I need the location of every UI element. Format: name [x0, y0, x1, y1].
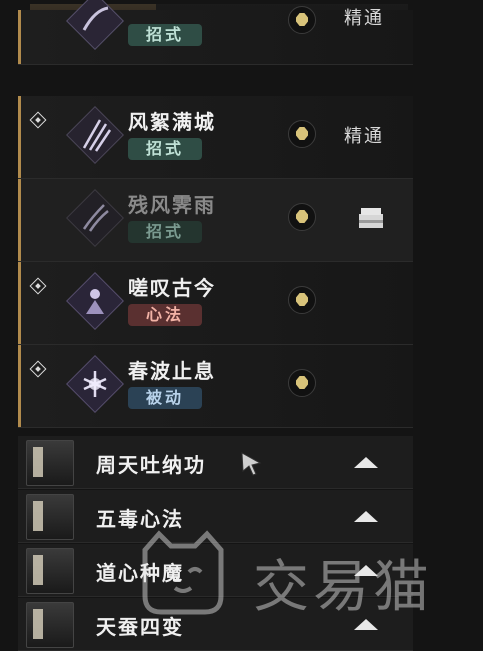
book-title: 五毒心法 [96, 507, 184, 531]
skill-name: 残风霁雨 [128, 193, 216, 217]
book-cover-icon [26, 548, 74, 594]
coin-icon [288, 6, 316, 34]
row-accent-bar [18, 345, 21, 427]
skill-tag: 心法 [128, 304, 202, 326]
book-row[interactable]: 天蚕四变 [18, 598, 413, 651]
mouse-cursor-icon [241, 452, 262, 476]
coin-icon [288, 286, 316, 314]
skill-row[interactable]: 春波止息 被动 [18, 345, 413, 428]
skill-icon [66, 0, 124, 50]
row-accent-bar [18, 262, 21, 344]
expand-arrow-icon[interactable] [354, 457, 378, 468]
skill-name: 嗟叹古今 [128, 276, 216, 300]
book-row[interactable]: 周天吐纳功 [18, 436, 413, 489]
skill-tag: 招式 [128, 138, 202, 160]
expand-arrow-icon[interactable] [354, 565, 378, 576]
diamond-marker-icon [29, 277, 47, 295]
skill-tag: 招式 [128, 221, 202, 243]
skill-icon [66, 355, 124, 413]
row-accent-bar [18, 10, 21, 64]
skill-row[interactable]: 嗟叹古今 心法 [18, 262, 413, 345]
row-accent-bar [18, 179, 21, 261]
expand-arrow-icon[interactable] [354, 511, 378, 522]
skill-row[interactable]: 风絮满城 招式 精通 [18, 96, 413, 179]
book-title: 天蚕四变 [96, 615, 184, 639]
diamond-marker-icon [29, 111, 47, 129]
skill-name: 春波止息 [128, 359, 216, 383]
book-cover-icon [26, 494, 74, 540]
skill-row[interactable]: 残风霁雨 招式 [18, 179, 413, 262]
book-cover-icon [26, 440, 74, 486]
coin-icon [288, 203, 316, 231]
coin-icon [288, 120, 316, 148]
book-title: 道心种魔 [96, 561, 184, 585]
book-cover-icon [26, 602, 74, 648]
row-accent-bar [18, 96, 21, 178]
skill-row-partial[interactable]: 招式 精通 [18, 0, 413, 65]
skill-tag: 被动 [128, 387, 202, 409]
skill-status: 精通 [344, 8, 384, 29]
skill-status: 精通 [344, 126, 384, 147]
diamond-marker-icon [29, 360, 47, 378]
skill-tag: 招式 [128, 24, 202, 46]
skill-name: 风絮满城 [128, 110, 216, 134]
coin-icon [288, 369, 316, 397]
skill-icon [66, 189, 124, 247]
book-row[interactable]: 五毒心法 [18, 490, 413, 543]
book-row[interactable]: 道心种魔 [18, 544, 413, 597]
chest-icon [359, 208, 383, 228]
skill-icon [66, 272, 124, 330]
book-title: 周天吐纳功 [96, 453, 206, 477]
expand-arrow-icon[interactable] [354, 619, 378, 630]
skill-icon [66, 106, 124, 164]
